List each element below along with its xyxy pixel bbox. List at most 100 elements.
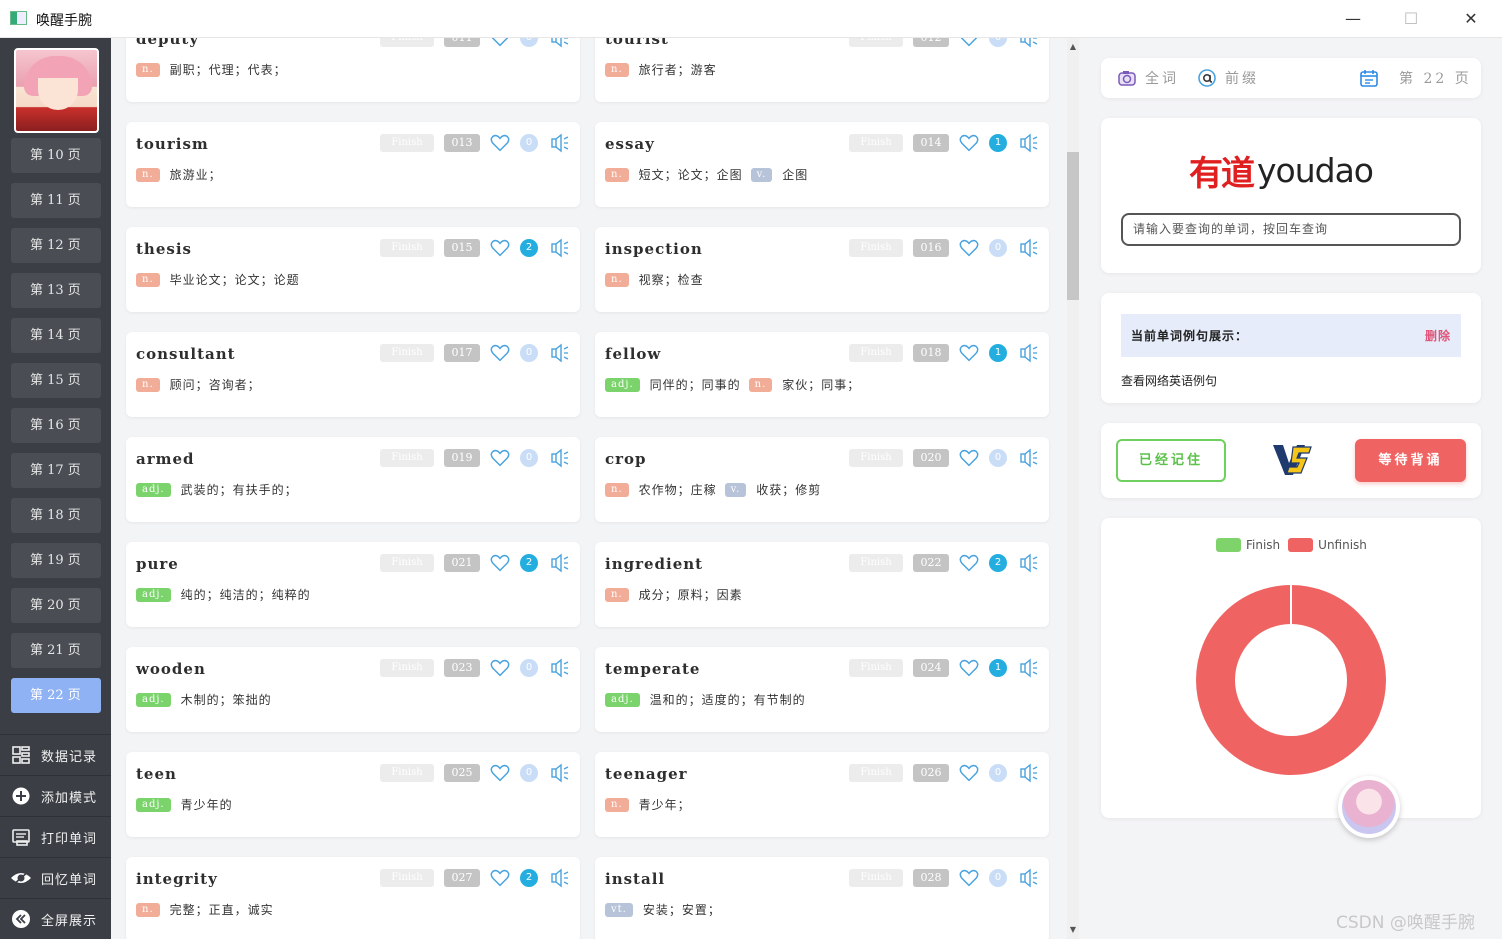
word-card[interactable]: tourism Finish 013 0 n. 旅游业； xyxy=(126,122,580,207)
prefix-tab[interactable]: 前缀 xyxy=(1197,68,1259,88)
heart-icon[interactable] xyxy=(489,762,511,784)
maximize-button[interactable]: ☐ xyxy=(1388,4,1434,34)
minimize-button[interactable]: — xyxy=(1330,4,1376,34)
heart-icon[interactable] xyxy=(958,342,980,364)
heart-icon[interactable] xyxy=(489,657,511,679)
speaker-icon[interactable] xyxy=(1019,343,1039,363)
finish-badge[interactable]: Finish xyxy=(849,134,903,152)
finish-badge[interactable]: Finish xyxy=(849,449,903,467)
speaker-icon[interactable] xyxy=(1019,658,1039,678)
donut-slice-unfinish[interactable] xyxy=(1196,585,1386,775)
word-card[interactable]: thesis Finish 015 2 n. 毕业论文；论文；论题 xyxy=(126,227,580,312)
heart-icon[interactable] xyxy=(489,867,511,889)
speaker-icon[interactable] xyxy=(550,553,570,573)
finish-badge[interactable]: Finish xyxy=(380,659,434,677)
page-item[interactable]: 第 10 页 xyxy=(11,138,101,173)
speaker-icon[interactable] xyxy=(550,238,570,258)
word-card[interactable]: consultant Finish 017 0 n. 顾问；咨询者； xyxy=(126,332,580,417)
word-card[interactable]: teen Finish 025 0 adj. 青少年的 xyxy=(126,752,580,837)
speaker-icon[interactable] xyxy=(1019,868,1039,888)
word-card[interactable]: tourist Finish 012 0 n. 旅行者；游客 xyxy=(595,38,1049,102)
heart-icon[interactable] xyxy=(489,552,511,574)
heart-icon[interactable] xyxy=(489,237,511,259)
scroll-thumb[interactable] xyxy=(1067,152,1079,300)
speaker-icon[interactable] xyxy=(1019,133,1039,153)
finish-badge[interactable]: Finish xyxy=(380,38,434,47)
menu-item-1[interactable]: 添加模式 xyxy=(0,775,111,816)
speaker-icon[interactable] xyxy=(550,133,570,153)
legend-item[interactable]: Finish xyxy=(1216,538,1280,552)
page-item[interactable]: 第 20 页 xyxy=(11,588,101,623)
word-card[interactable]: wooden Finish 023 0 adj. 木制的；笨拙的 xyxy=(126,647,580,732)
menu-item-2[interactable]: 打印单词 xyxy=(0,816,111,857)
menu-item-3[interactable]: 回忆单词 xyxy=(0,857,111,898)
word-card[interactable]: install Finish 028 0 vt. 安装；安置； xyxy=(595,857,1049,939)
heart-icon[interactable] xyxy=(958,552,980,574)
page-item[interactable]: 第 15 页 xyxy=(11,363,101,398)
finish-badge[interactable]: Finish xyxy=(380,239,434,257)
speaker-icon[interactable] xyxy=(550,868,570,888)
vertical-scrollbar[interactable]: ▲ ▼ xyxy=(1067,38,1079,939)
finish-badge[interactable]: Finish xyxy=(849,344,903,362)
speaker-icon[interactable] xyxy=(1019,763,1039,783)
word-card[interactable]: inspection Finish 016 0 n. 视察；检查 xyxy=(595,227,1049,312)
page-item[interactable]: 第 12 页 xyxy=(11,228,101,263)
finish-badge[interactable]: Finish xyxy=(849,869,903,887)
heart-icon[interactable] xyxy=(958,237,980,259)
word-card[interactable]: essay Finish 014 1 n. 短文；论文；企图 v. 企图 xyxy=(595,122,1049,207)
finish-badge[interactable]: Finish xyxy=(849,659,903,677)
speaker-icon[interactable] xyxy=(1019,238,1039,258)
close-button[interactable]: ✕ xyxy=(1448,4,1494,34)
heart-icon[interactable] xyxy=(958,447,980,469)
delete-button[interactable]: 删除 xyxy=(1425,327,1451,344)
heart-icon[interactable] xyxy=(958,762,980,784)
finish-badge[interactable]: Finish xyxy=(849,38,903,47)
word-card[interactable]: pure Finish 021 2 adj. 纯的；纯洁的；纯粹的 xyxy=(126,542,580,627)
page-item[interactable]: 第 16 页 xyxy=(11,408,101,443)
page-item[interactable]: 第 11 页 xyxy=(11,183,101,218)
speaker-icon[interactable] xyxy=(550,658,570,678)
word-card[interactable]: integrity Finish 027 2 n. 完整；正直，诚实 xyxy=(126,857,580,939)
heart-icon[interactable] xyxy=(489,38,511,49)
speaker-icon[interactable] xyxy=(550,38,570,48)
floating-avatar-button[interactable] xyxy=(1338,776,1400,838)
heart-icon[interactable] xyxy=(958,38,980,49)
remembered-button[interactable]: 已经记住 xyxy=(1116,439,1226,482)
wait-review-button[interactable]: 等待背诵 xyxy=(1355,439,1466,482)
heart-icon[interactable] xyxy=(489,132,511,154)
page-item[interactable]: 第 19 页 xyxy=(11,543,101,578)
finish-badge[interactable]: Finish xyxy=(849,239,903,257)
scroll-down-icon[interactable]: ▼ xyxy=(1067,923,1079,937)
finish-badge[interactable]: Finish xyxy=(380,869,434,887)
page-item[interactable]: 第 22 页 xyxy=(11,678,101,713)
speaker-icon[interactable] xyxy=(550,763,570,783)
web-examples-link[interactable]: 查看网络英语例句 xyxy=(1121,372,1217,389)
finish-badge[interactable]: Finish xyxy=(380,344,434,362)
youdao-search-input[interactable]: 请输入要查询的单词，按回车查询 xyxy=(1121,213,1461,246)
page-item[interactable]: 第 17 页 xyxy=(11,453,101,488)
heart-icon[interactable] xyxy=(958,867,980,889)
menu-item-0[interactable]: 数据记录 xyxy=(0,734,111,775)
heart-icon[interactable] xyxy=(958,657,980,679)
heart-icon[interactable] xyxy=(958,132,980,154)
speaker-icon[interactable] xyxy=(1019,553,1039,573)
scroll-up-icon[interactable]: ▲ xyxy=(1067,40,1079,54)
word-card[interactable]: deputy Finish 011 0 n. 副职；代理；代表； xyxy=(126,38,580,102)
page-item[interactable]: 第 18 页 xyxy=(11,498,101,533)
finish-badge[interactable]: Finish xyxy=(380,134,434,152)
speaker-icon[interactable] xyxy=(1019,448,1039,468)
page-item[interactable]: 第 14 页 xyxy=(11,318,101,353)
finish-badge[interactable]: Finish xyxy=(380,554,434,572)
user-avatar[interactable] xyxy=(14,48,99,133)
finish-badge[interactable]: Finish xyxy=(380,449,434,467)
word-card[interactable]: fellow Finish 018 1 adj. 同伴的；同事的 n. 家伙；同事； xyxy=(595,332,1049,417)
speaker-icon[interactable] xyxy=(550,343,570,363)
all-words-tab[interactable]: 全词 xyxy=(1117,68,1179,88)
page-item[interactable]: 第 21 页 xyxy=(11,633,101,668)
legend-item[interactable]: Unfinish xyxy=(1288,538,1367,552)
menu-item-4[interactable]: 全屏展示 xyxy=(0,898,111,939)
word-card[interactable]: teenager Finish 026 0 n. 青少年； xyxy=(595,752,1049,837)
page-item[interactable]: 第 13 页 xyxy=(11,273,101,308)
speaker-icon[interactable] xyxy=(1019,38,1039,48)
heart-icon[interactable] xyxy=(489,342,511,364)
